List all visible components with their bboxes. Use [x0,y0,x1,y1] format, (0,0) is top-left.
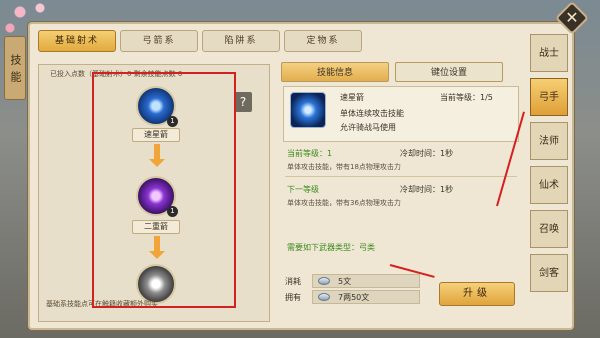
next-effect: 单体攻击技能，带有36点物理攻击力 [287,199,401,207]
skill-category-tabs: 基础射术 弓箭系 陷阱系 定物系 [38,30,362,52]
coin-icon [318,293,330,301]
close-icon: ✕ [565,8,579,27]
tab-fixed[interactable]: 定物系 [284,30,362,52]
next-level-label: 下一等级 [287,185,319,194]
upgrade-button[interactable]: 升级 [439,282,515,306]
skill-name: 速星箭 [340,93,364,102]
skill-description-line1: 单体连续攻击技能 [340,109,404,118]
consume-value: 5文 [338,277,352,286]
own-value: 7两50文 [338,293,370,302]
consume-label: 消耗 [285,277,301,286]
coin-icon [318,277,330,285]
class-selector: 战士 弓手 法师 仙术 召唤 剑客 [530,34,570,328]
current-effect: 单体攻击技能，带有18点物理攻击力 [287,163,401,171]
speed-star-arrow-icon [290,92,326,128]
own-label: 拥有 [285,293,301,302]
tab-trap[interactable]: 陷阱系 [202,30,280,52]
annotation-highlight-box [92,72,236,308]
class-mage[interactable]: 法师 [530,122,568,160]
skill-description-line2: 允许骑战马使用 [340,123,396,132]
info-tabs: 技能信息 键位设置 [281,62,503,82]
current-level-label: 当前等级：1 [287,149,333,158]
class-swordsman[interactable]: 剑客 [530,254,568,292]
next-cooldown: 冷却时间：1秒 [400,185,454,194]
current-cooldown: 冷却时间：1秒 [400,149,454,158]
help-icon[interactable]: ? [234,92,252,112]
tab-basic-archery[interactable]: 基础射术 [38,30,116,52]
class-archer[interactable]: 弓手 [530,78,568,116]
class-immortal[interactable]: 仙术 [530,166,568,204]
class-warrior[interactable]: 战士 [530,34,568,72]
divider [285,176,517,177]
tab-key-binding[interactable]: 键位设置 [395,62,503,82]
class-summoner[interactable]: 召唤 [530,210,568,248]
tab-skill-info[interactable]: 技能信息 [281,62,389,82]
weapon-requirement: 需要如下武器类型：弓类 [287,243,375,252]
tab-bow[interactable]: 弓箭系 [120,30,198,52]
skill-side-tab[interactable]: 技能 [4,36,26,100]
skill-level-progress: 当前等级：1/5 [440,93,493,102]
